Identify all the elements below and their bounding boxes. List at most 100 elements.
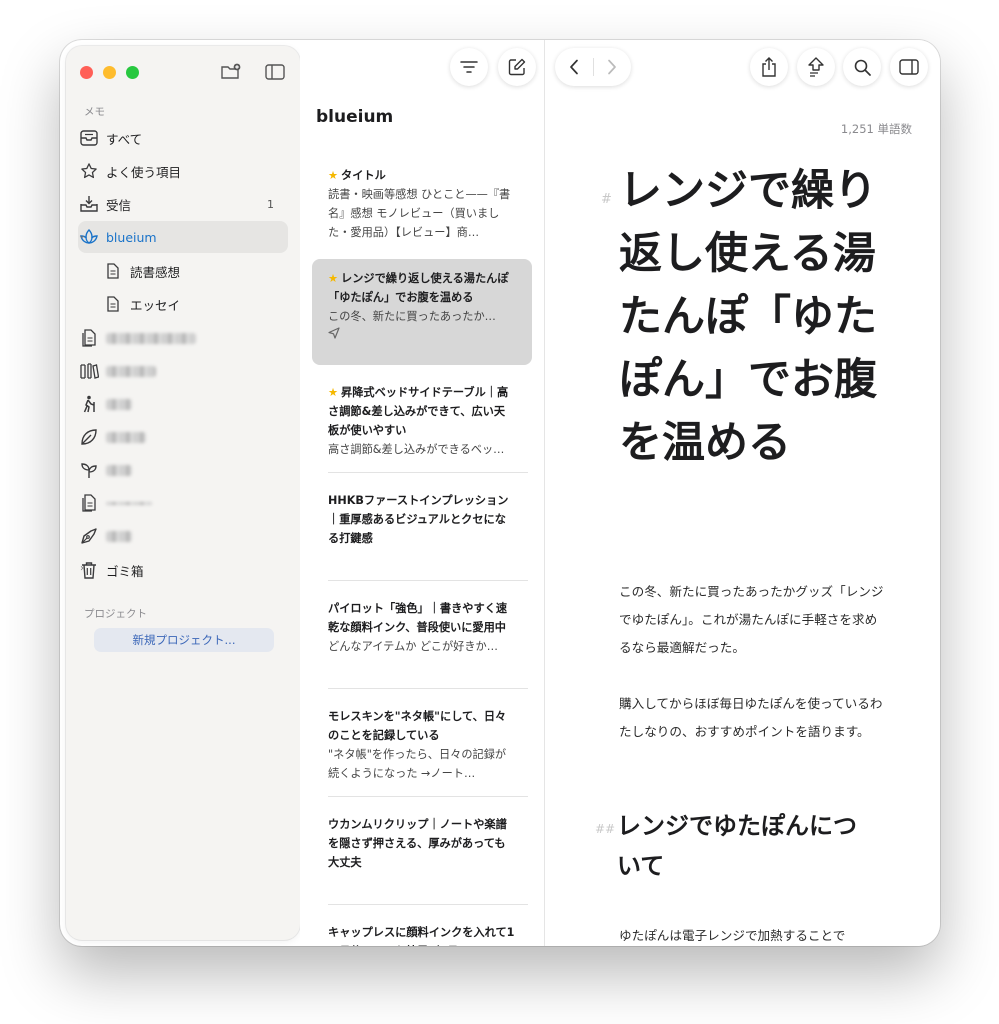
sidebar-item-blueium[interactable]: ⌄ blueium bbox=[78, 221, 288, 253]
sidebar-item-trash[interactable]: › ゴミ箱 bbox=[78, 554, 288, 586]
redacted-label bbox=[106, 464, 132, 476]
editor: 1,251 単語数 # レンジで繰り返し使える湯たんぽ「ゆたぽん」でお腹を温める… bbox=[545, 40, 940, 946]
sidebar-item-redacted[interactable] bbox=[78, 355, 288, 387]
compose-icon bbox=[508, 58, 526, 76]
new-project-button[interactable]: 新規プロジェクト... bbox=[94, 628, 274, 652]
word-count: 1,251 単語数 bbox=[840, 122, 912, 136]
note-paragraph[interactable]: この冬、新たに買ったあったかグッズ「レンジでゆたぽん」。これが湯たんぽに手軽さを… bbox=[619, 578, 889, 662]
sidebar-item-favorites[interactable]: よく使う項目 bbox=[78, 155, 288, 187]
note-title: キャップレスに顔料インクを入れて1ヶ月使ってみた結果（3月 bbox=[328, 926, 515, 946]
sort-button[interactable] bbox=[450, 48, 488, 86]
note-list-item-selected[interactable]: ★ レンジで繰り返し使える湯たんぽ「ゆたぽん」でお腹を温める この冬、新たに買った… bbox=[312, 259, 532, 365]
sidebar-item-all[interactable]: すべて bbox=[78, 122, 288, 154]
heading-marker: ## bbox=[595, 822, 616, 836]
sidebar-item-label: よく使う項目 bbox=[106, 164, 182, 180]
note-paragraph[interactable]: ゆたぽんは電子レンジで加熱することで bbox=[619, 922, 889, 946]
note-list-item[interactable]: ウカンムリクリップ｜ノートや楽譜を隠さず押さえる、厚みがあっても大丈夫 bbox=[312, 805, 532, 905]
sidebar-item-label: 読書感想 bbox=[130, 264, 181, 280]
star-icon: ★ bbox=[328, 169, 339, 182]
new-note-button[interactable] bbox=[498, 48, 536, 86]
note-list-item[interactable]: ★ 昇降式ベッドサイドテーブル｜高さ調節&差し込みができて、広い天板が使いやすい … bbox=[312, 373, 532, 473]
sidebar-item-redacted[interactable] bbox=[78, 520, 288, 552]
redacted-label bbox=[106, 365, 156, 377]
note-paragraph[interactable]: 購入してからほぼ毎日ゆたぽんを使っているわたしなりの、おすすめポイントを語ります… bbox=[619, 690, 889, 746]
sidebar-item-redacted[interactable] bbox=[78, 322, 288, 354]
redacted-label bbox=[106, 398, 132, 410]
share-icon bbox=[762, 57, 776, 77]
section-label-notes: メモ bbox=[84, 106, 105, 118]
note-preview: どんなアイテムか どこが好きか… bbox=[328, 640, 498, 653]
search-button[interactable] bbox=[843, 48, 881, 86]
note-title: タイトル bbox=[341, 169, 386, 182]
inspector-toggle-button[interactable] bbox=[890, 48, 928, 86]
note-list-item[interactable]: モレスキンを"ネタ帳"にして、日々のことを記録している "ネタ帳"を作ったら、日… bbox=[312, 697, 532, 797]
search-icon bbox=[854, 59, 871, 76]
sidebar-item-label: ゴミ箱 bbox=[106, 563, 144, 579]
sidebar-item-label: 受信 bbox=[106, 197, 132, 213]
new-folder-button[interactable] bbox=[218, 60, 244, 84]
note-preview: この冬、新たに買ったあったか… bbox=[328, 310, 496, 323]
sidebar-item-essay[interactable]: エッセイ bbox=[102, 288, 288, 320]
star-icon: ★ bbox=[328, 386, 339, 399]
fountain-pen-icon bbox=[78, 525, 100, 547]
zoom-window-button[interactable] bbox=[126, 66, 139, 79]
close-window-button[interactable] bbox=[80, 66, 93, 79]
star-icon bbox=[78, 160, 100, 182]
note-title: ウカンムリクリップ｜ノートや楽譜を隠さず押さえる、厚みがあっても大丈夫 bbox=[328, 818, 507, 869]
document-icon bbox=[102, 293, 124, 315]
navigation-pill bbox=[555, 48, 631, 86]
chevron-down-icon[interactable]: ⌄ bbox=[76, 230, 88, 241]
note-title: レンジで繰り返し使える湯たんぽ「ゆたぽん」でお腹を温める bbox=[328, 272, 509, 304]
note-heading-1[interactable]: レンジで繰り返し使える湯たんぽ「ゆたぽん」でお腹を温める bbox=[619, 160, 879, 475]
export-button[interactable] bbox=[797, 48, 835, 86]
inspector-icon bbox=[899, 59, 919, 75]
sidebar-item-redacted[interactable] bbox=[78, 388, 288, 420]
leaf-icon bbox=[78, 426, 100, 448]
note-title: モレスキンを"ネタ帳"にして、日々のことを記録している bbox=[328, 710, 507, 742]
sidebar-item-label: blueium bbox=[106, 229, 157, 245]
note-preview: 高さ調節&差し込みができるベッ… bbox=[328, 443, 505, 456]
minimize-window-button[interactable] bbox=[103, 66, 116, 79]
export-icon bbox=[808, 57, 824, 77]
new-folder-icon bbox=[221, 63, 241, 79]
inbox-icon bbox=[78, 193, 100, 215]
sidebar-item-redacted[interactable] bbox=[78, 487, 288, 519]
list-title: blueium bbox=[316, 107, 394, 127]
note-list-item[interactable]: ★ タイトル 読書・映画等感想 ひとこと——『書名』感想 モノレビュー（買いました… bbox=[312, 156, 532, 264]
sidebar-item-inbox[interactable]: 受信 1 bbox=[78, 188, 288, 220]
note-list: blueium ★ タイトル 読書・映画等感想 ひとこと——『書名』感想 モノレビ… bbox=[300, 40, 545, 946]
note-list-item[interactable]: パイロット「強色」｜書きやすく速乾な顔料インク、普段使いに愛用中 どんなアイテム… bbox=[312, 589, 532, 689]
redacted-label bbox=[106, 431, 146, 443]
note-heading-2[interactable]: レンジでゆたぽんについて bbox=[617, 806, 877, 886]
share-button[interactable] bbox=[750, 48, 788, 86]
note-list-item[interactable]: HHKBファーストインプレッション｜重厚感あるビジュアルとクセになる打鍵感 bbox=[312, 481, 532, 581]
document-icon bbox=[102, 260, 124, 282]
shared-icon bbox=[328, 327, 516, 339]
note-title: HHKBファーストインプレッション｜重厚感あるビジュアルとクセになる打鍵感 bbox=[328, 494, 509, 545]
forward-button[interactable] bbox=[593, 48, 631, 86]
section-label-projects: プロジェクト bbox=[84, 608, 147, 620]
chevron-right-icon bbox=[608, 59, 617, 75]
redacted-label bbox=[106, 501, 152, 505]
hiking-icon bbox=[78, 393, 100, 415]
redacted-label bbox=[106, 332, 196, 344]
sidebar-item-redacted[interactable] bbox=[78, 421, 288, 453]
documents-icon bbox=[78, 492, 100, 514]
note-title: パイロット「強色」｜書きやすく速乾な顔料インク、普段使いに愛用中 bbox=[328, 602, 508, 634]
toggle-sidebar-button[interactable] bbox=[262, 60, 288, 84]
books-icon bbox=[78, 360, 100, 382]
sprout-icon bbox=[78, 459, 100, 481]
note-list-item[interactable]: キャップレスに顔料インクを入れて1ヶ月使ってみた結果（3月 bbox=[312, 913, 532, 946]
redacted-label bbox=[106, 530, 132, 542]
sidebar-item-label: すべて bbox=[106, 131, 143, 147]
heading-marker: # bbox=[601, 192, 612, 207]
note-preview: "ネタ帳"を作ったら、日々の記録が続くようになった →ノート… bbox=[328, 748, 507, 780]
sidebar-item-redacted[interactable] bbox=[78, 454, 288, 486]
sidebar-icon bbox=[265, 64, 285, 80]
sidebar-item-reading[interactable]: 読書感想 bbox=[102, 255, 288, 287]
back-button[interactable] bbox=[555, 48, 593, 86]
app-window: メモ すべて よく使う項目 受信 1 ⌄ blueium 読書感想 エッセイ ›… bbox=[60, 40, 940, 946]
window-controls bbox=[80, 66, 139, 79]
inbox-count-badge: 1 bbox=[267, 197, 274, 211]
chevron-right-icon[interactable]: › bbox=[76, 563, 88, 574]
